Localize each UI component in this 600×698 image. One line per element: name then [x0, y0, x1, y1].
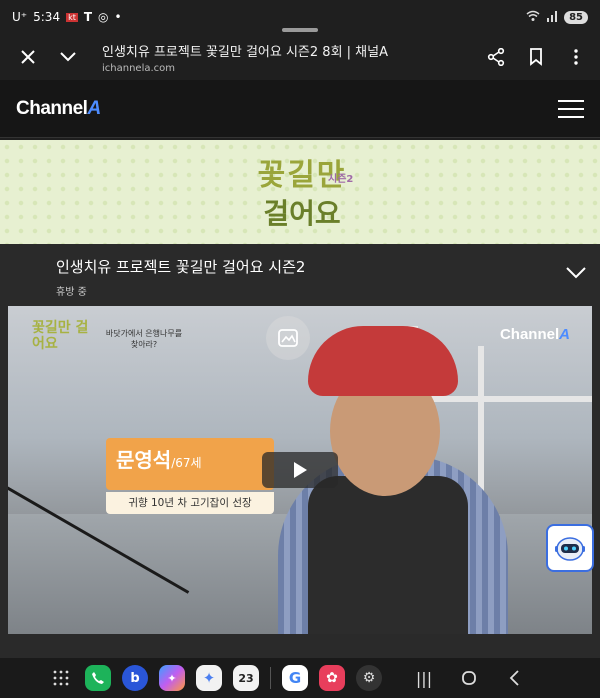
copilot-app-icon[interactable]: ✦	[159, 665, 185, 691]
hamburger-menu-icon[interactable]	[558, 98, 584, 120]
settings-app-icon[interactable]: ⚙	[356, 665, 382, 691]
banner-title: 꽃길만 걸어요	[232, 150, 372, 232]
back-button-icon[interactable]	[497, 670, 531, 686]
play-button[interactable]	[262, 452, 338, 488]
drag-handle[interactable]	[282, 28, 318, 32]
more-menu-icon[interactable]	[556, 37, 596, 77]
caption-description: 귀향 10년 차 고기잡이 선장	[106, 492, 274, 514]
bookmark-icon[interactable]	[516, 37, 556, 77]
site-header: ChannelA	[0, 80, 600, 138]
battery-indicator: 85	[564, 10, 588, 24]
nav-divider	[270, 667, 271, 689]
bixby-app-icon[interactable]: b	[122, 665, 148, 691]
corner-subtitle: 바닷가에서 은행나무를 찾아라?	[105, 329, 183, 349]
instagram-icon: ◎	[98, 10, 109, 24]
chatbot-robot-icon[interactable]	[546, 524, 594, 572]
player-container: 꽃길만 걸어요 바닷가에서 은행나무를 찾아라? ChannelA 문영석/67…	[0, 304, 600, 658]
program-info-bar[interactable]: 인생치유 프로젝트 꽃길만 걸어요 시즌2 휴방 중	[0, 244, 600, 304]
corner-show-title: 꽃길만 걸어요	[32, 320, 89, 352]
clock: 5:34	[33, 10, 61, 24]
player-logo-text: Channel	[499, 326, 560, 343]
boat-rail	[428, 396, 592, 402]
browser-toolbar: 인생치유 프로젝트 꽃길만 걸어요 시즌2 8회 | 채널A ichannela…	[0, 34, 600, 80]
share-icon[interactable]	[476, 37, 516, 77]
video-player[interactable]: 꽃길만 걸어요 바닷가에서 은행나무를 찾아라? ChannelA 문영석/67…	[8, 306, 592, 634]
player-logo-mark: A	[559, 326, 570, 343]
season-tag: 시즌2	[328, 174, 354, 185]
calendar-app-icon[interactable]: 23	[233, 665, 259, 691]
life-vest	[308, 476, 468, 634]
close-icon[interactable]	[8, 37, 48, 77]
caption-age: /67세	[171, 456, 202, 470]
red-cap	[308, 326, 458, 396]
image-search-icon[interactable]	[266, 316, 310, 360]
program-banner[interactable]: 꽃길만 걸어요 시즌2	[0, 140, 600, 244]
recent-apps-icon[interactable]: |||	[407, 669, 441, 688]
player-channel-logo: ChannelA	[500, 326, 570, 343]
calendar-day: 23	[238, 671, 254, 685]
logo-text: Channel	[16, 97, 88, 119]
gallery-app-icon[interactable]: ✿	[319, 665, 345, 691]
app-drawer-icon[interactable]	[48, 665, 74, 691]
google-app-icon[interactable]: G	[282, 665, 308, 691]
android-nav-bar: b ✦ ✦ 23 G ✿ ⚙ |||	[0, 658, 600, 698]
wifi-icon	[526, 10, 540, 25]
carrier-label: U⁺	[12, 10, 28, 24]
name-caption: 문영석/67세	[106, 438, 274, 490]
signal-icon	[546, 10, 558, 25]
program-title: 인생치유 프로젝트 꽃길만 걸어요 시즌2	[56, 258, 306, 276]
play-icon	[294, 462, 307, 478]
expand-chevron-icon[interactable]	[566, 264, 586, 283]
logo-mark: A	[87, 97, 101, 119]
gemini-app-icon[interactable]: ✦	[196, 665, 222, 691]
caption-name: 문영석	[116, 448, 172, 472]
banner-title-line2: 걸어요	[263, 197, 341, 230]
page-domain: ichannela.com	[102, 62, 176, 74]
t-icon: T	[83, 10, 93, 24]
url-block[interactable]: 인생치유 프로젝트 꽃길만 걸어요 시즌2 8회 | 채널A ichannela…	[102, 41, 476, 74]
phone-app-icon[interactable]	[85, 665, 111, 691]
channel-a-logo[interactable]: ChannelA	[16, 98, 101, 120]
home-button-icon[interactable]	[452, 670, 486, 686]
chevron-down-icon[interactable]	[48, 37, 88, 77]
kt-icon: kt	[66, 12, 78, 22]
dot-icon: •	[114, 10, 122, 24]
program-status: 휴방 중	[56, 287, 87, 298]
page-title: 인생치유 프로젝트 꽃길만 걸어요 시즌2 8회 | 채널A	[102, 44, 388, 60]
